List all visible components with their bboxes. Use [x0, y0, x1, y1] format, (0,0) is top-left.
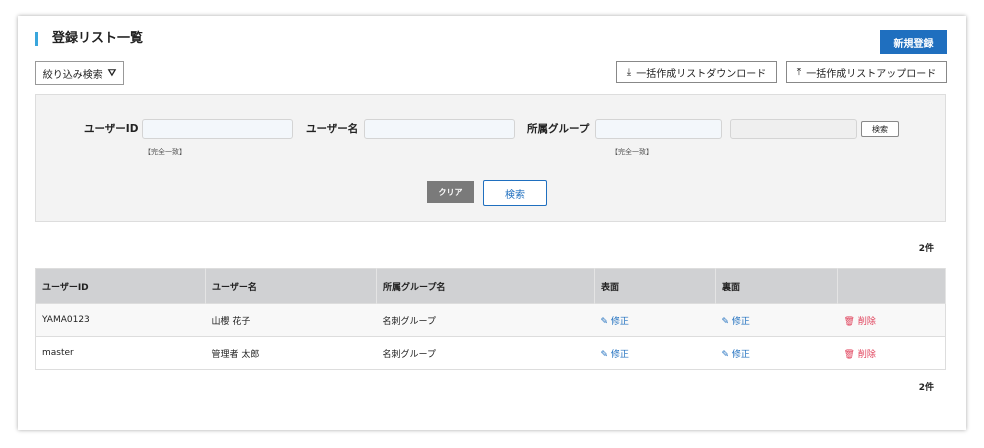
- group-input[interactable]: [595, 119, 722, 139]
- delete-label: 削除: [857, 349, 876, 360]
- group-label: 所属グループ: [527, 123, 590, 135]
- cell-user-name: 山櫻 花子: [205, 303, 377, 337]
- download-icon: ⤓: [626, 66, 632, 78]
- delete-link[interactable]: 🗑 削除: [837, 303, 946, 337]
- delete-link[interactable]: 🗑 削除: [837, 336, 946, 370]
- upload-icon: ⤒: [796, 66, 802, 78]
- search-panel: ユーザーID 【完全一致】 ユーザー名 所属グループ 【完全一致】 検索 クリア…: [35, 94, 946, 222]
- download-button[interactable]: ⤓ 一括作成リストダウンロード: [616, 61, 777, 83]
- cell-user-name: 管理者 太郎: [205, 336, 377, 370]
- user-table: ユーザーID ユーザー名 所属グループ名 表面 裏面 YAMA0123 山櫻 花…: [35, 268, 946, 370]
- front-edit-label: 修正: [610, 316, 629, 327]
- col-back: 裏面: [715, 268, 838, 304]
- trash-icon: 🗑: [843, 316, 855, 327]
- col-actions: [837, 268, 946, 304]
- result-count-bottom: 2件: [918, 383, 934, 393]
- cell-group: 名刺グループ: [376, 303, 595, 337]
- table-header-row: ユーザーID ユーザー名 所属グループ名 表面 裏面: [35, 268, 946, 304]
- new-register-button[interactable]: 新規登録: [880, 30, 947, 54]
- back-edit-link[interactable]: ✎ 修正: [715, 303, 838, 337]
- table-row: YAMA0123 山櫻 花子 名刺グループ ✎ 修正 ✎ 修正 🗑 削除: [35, 303, 946, 337]
- cell-user-id: master: [35, 336, 206, 370]
- group-hint: 【完全一致】: [611, 148, 653, 156]
- cell-user-id: YAMA0123: [35, 303, 206, 337]
- back-edit-link[interactable]: ✎ 修正: [715, 336, 838, 370]
- group-name-display: [730, 119, 857, 139]
- front-edit-link[interactable]: ✎ 修正: [594, 303, 716, 337]
- page-title: 登録リスト一覧: [35, 32, 143, 46]
- filter-icon: ⛛: [107, 67, 117, 79]
- col-user-name: ユーザー名: [205, 268, 377, 304]
- search-button[interactable]: 検索: [483, 180, 547, 206]
- filter-search-button[interactable]: 絞り込み検索 ⛛: [35, 61, 124, 85]
- result-count-top: 2件: [918, 244, 934, 254]
- upload-label: 一括作成リストアップロード: [806, 68, 937, 80]
- user-name-label: ユーザー名: [306, 123, 359, 135]
- table-row: master 管理者 太郎 名刺グループ ✎ 修正 ✎ 修正 🗑 削除: [35, 336, 946, 370]
- edit-icon: ✎: [600, 349, 609, 360]
- download-label: 一括作成リストダウンロード: [636, 68, 767, 80]
- edit-icon: ✎: [600, 316, 609, 327]
- clear-button[interactable]: クリア: [427, 181, 474, 203]
- front-edit-link[interactable]: ✎ 修正: [594, 336, 716, 370]
- group-search-button[interactable]: 検索: [861, 121, 899, 137]
- delete-label: 削除: [857, 316, 876, 327]
- main-card: 登録リスト一覧 新規登録 絞り込み検索 ⛛ ⤓ 一括作成リストダウンロード ⤒ 一括作…: [18, 16, 966, 430]
- col-user-id: ユーザーID: [35, 268, 206, 304]
- trash-icon: 🗑: [843, 349, 855, 360]
- col-group: 所属グループ名: [376, 268, 595, 304]
- col-front: 表面: [594, 268, 716, 304]
- back-edit-label: 修正: [731, 349, 750, 360]
- edit-icon: ✎: [721, 349, 730, 360]
- front-edit-label: 修正: [610, 349, 629, 360]
- filter-search-label: 絞り込み検索: [42, 69, 103, 81]
- user-id-label: ユーザーID: [84, 123, 139, 135]
- back-edit-label: 修正: [731, 316, 750, 327]
- user-name-input[interactable]: [364, 119, 515, 139]
- cell-group: 名刺グループ: [376, 336, 595, 370]
- upload-button[interactable]: ⤒ 一括作成リストアップロード: [786, 61, 947, 83]
- user-id-hint: 【完全一致】: [144, 148, 186, 156]
- edit-icon: ✎: [721, 316, 730, 327]
- user-id-input[interactable]: [142, 119, 293, 139]
